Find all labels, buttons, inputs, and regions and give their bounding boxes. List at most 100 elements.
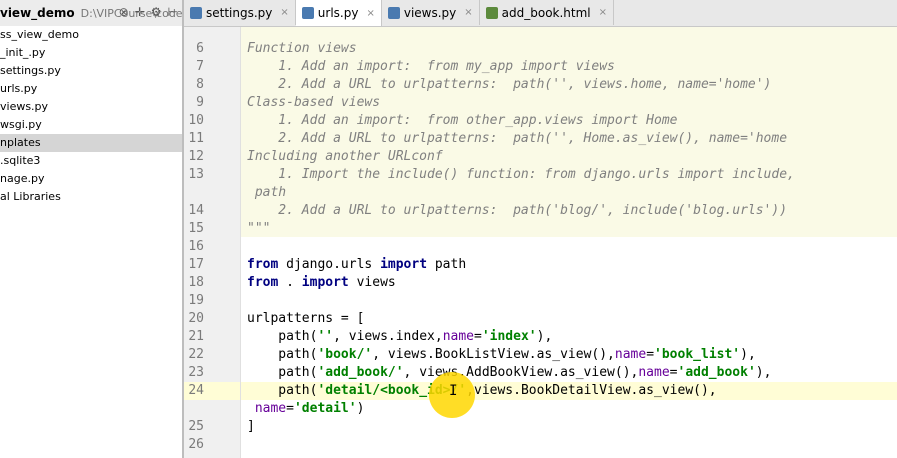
line-number: 17 — [188, 257, 204, 272]
code-token: urlpatterns = [ — [247, 311, 365, 326]
line-number: 8 — [196, 77, 204, 92]
code-line: ] — [247, 418, 255, 436]
code-token: . — [278, 275, 302, 290]
text-cursor-icon: I — [449, 383, 458, 399]
tab-label: add_book.html — [501, 5, 591, 20]
code-line: from django.urls import path — [247, 256, 466, 274]
code-token: 2. Add a URL to urlpatterns: path('', Ho… — [247, 131, 788, 146]
code-line: 2. Add a URL to urlpatterns: path('', vi… — [247, 76, 771, 94]
line-number: 12 — [188, 149, 204, 164]
project-tree: ss_view_demo _init_.py settings.py urls.py v… — [0, 26, 182, 458]
tab-add_book-html[interactable]: add_book.html × — [480, 0, 615, 25]
code-token: = — [646, 347, 655, 362]
tab-views-py[interactable]: views.py × — [382, 0, 480, 25]
tree-item[interactable]: views.py — [0, 98, 182, 116]
line-number: 10 — [188, 113, 204, 128]
code-token: 1. Add an import: from other_app.views i… — [247, 113, 678, 128]
code-line: Function views — [247, 40, 357, 58]
line-number: 14 — [188, 203, 204, 218]
tree-item[interactable]: nage.py — [0, 170, 182, 188]
code-token: ) — [356, 401, 365, 416]
code-line: path — [247, 184, 286, 202]
code-token: Class-based views — [247, 95, 381, 110]
code-token: 2. Add a URL to urlpatterns: path('', vi… — [247, 77, 772, 92]
code-token: 1. Import the include() function: from d… — [247, 167, 795, 182]
code-token: path( — [247, 383, 318, 398]
code-line: from . import views — [247, 274, 396, 292]
code-token: 2. Add a URL to urlpatterns: path('blog/… — [247, 203, 788, 218]
tree-item[interactable]: ss_view_demo — [0, 26, 182, 44]
line-number: 22 — [188, 347, 204, 362]
line-number: 9 — [196, 95, 204, 110]
code-line: 1. Add an import: from other_app.views i… — [247, 112, 677, 130]
code-line: """ — [247, 220, 270, 238]
code-line: 2. Add a URL to urlpatterns: path('blog/… — [247, 202, 787, 220]
code-line: urlpatterns = [ — [247, 310, 364, 328]
code-token: from — [247, 257, 279, 272]
code-line: path('add_book/', views.AddBookView.as_v… — [247, 364, 771, 382]
tree-item[interactable]: .sqlite3 — [0, 152, 182, 170]
code-token: path( — [247, 347, 318, 362]
code-token: name — [254, 401, 287, 416]
tab-label: urls.py — [317, 6, 359, 20]
line-number: 19 — [188, 293, 204, 308]
code-line: Including another URLconf — [247, 148, 443, 166]
code-token: Function views — [247, 41, 357, 56]
tree-item[interactable]: settings.py — [0, 62, 182, 80]
collapse-icon[interactable]: ✛ — [135, 5, 145, 19]
tree-item[interactable]: _init_.py — [0, 44, 182, 62]
code-line: 1. Import the include() function: from d… — [247, 166, 795, 184]
code-token: import — [301, 275, 349, 290]
line-number: 7 — [196, 59, 204, 74]
code-token: 'detail' — [293, 401, 357, 416]
close-icon[interactable]: × — [599, 7, 607, 18]
tab-label: views.py — [403, 5, 457, 20]
code-line: path('book/', views.BookListView.as_view… — [247, 346, 755, 364]
code-token: ), — [536, 329, 553, 344]
code-token: = — [286, 401, 294, 416]
python-file-icon — [485, 6, 498, 19]
code-token: = — [474, 329, 482, 344]
tab-settings-py[interactable]: settings.py × — [184, 0, 296, 25]
line-number: 16 — [188, 239, 204, 254]
close-icon[interactable]: × — [280, 7, 288, 18]
code-token: 'book_list' — [654, 347, 741, 362]
project-title[interactable]: view_demo — [0, 6, 75, 20]
code-token: , views.BookListView.as_view(), — [372, 347, 615, 362]
line-number: 20 — [188, 311, 204, 326]
code-line: path('', views.index,name='index'), — [247, 328, 552, 346]
line-number: 23 — [188, 365, 204, 380]
project-tool-icons: ⊗ ✛ ⚙ ⊢ — [119, 5, 178, 19]
code-token: from — [247, 275, 279, 290]
close-icon[interactable]: × — [366, 8, 374, 19]
code-token: ), — [755, 365, 772, 380]
code-token: views — [348, 275, 396, 290]
line-number: 6 — [196, 41, 204, 56]
line-number-gutter: 6 7 8 9 10 11 12 13 14 15 16 17 18 19 20 21 22 23 24 25 26 — [184, 27, 241, 458]
tree-item[interactable]: al Libraries — [0, 188, 182, 206]
tree-item[interactable]: wsgi.py — [0, 116, 182, 134]
tree-item[interactable]: nplates — [0, 134, 182, 152]
code-line: name='detail') — [247, 400, 365, 418]
line-number: 26 — [188, 437, 204, 452]
line-number: 11 — [188, 131, 204, 146]
code-token: path( — [247, 329, 318, 344]
hide-icon[interactable]: ⊢ — [168, 5, 178, 19]
settings-icon[interactable]: ⊗ — [119, 5, 129, 19]
line-number: 18 — [188, 275, 204, 290]
code-token: name — [638, 365, 670, 380]
code-line: 1. Add an import: from my_app import vie… — [247, 58, 615, 76]
tab-urls-py[interactable]: urls.py × — [295, 0, 382, 26]
code-token: 'add_book' — [677, 365, 756, 380]
close-icon[interactable]: × — [464, 7, 472, 18]
code-token: ] — [247, 419, 255, 434]
editor-tabs: settings.py × urls.py × views.py × add_book.ht… — [184, 0, 897, 27]
code-token: django.urls — [278, 257, 381, 272]
code-token: path( — [247, 365, 318, 380]
tree-item[interactable]: urls.py — [0, 80, 182, 98]
gear-icon[interactable]: ⚙ — [151, 5, 162, 19]
code-line: Class-based views — [247, 94, 380, 112]
line-number: 13 — [188, 167, 204, 182]
line-number: 15 — [188, 221, 204, 236]
code-editor[interactable]: Function views 1. Add an import: from my… — [241, 27, 897, 458]
